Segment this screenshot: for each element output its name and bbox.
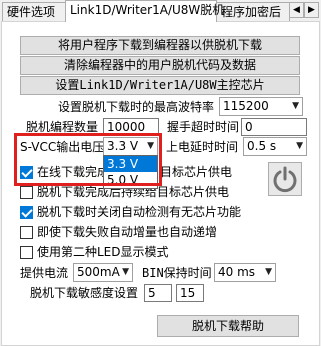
power-icon (273, 166, 297, 193)
power-delay-label: 上电延时时间 (166, 140, 239, 154)
download-user-program-button[interactable]: 将用户程序下载到编程器以供脱机下载 (20, 36, 300, 55)
chevron-left-icon: ◀ (293, 5, 300, 15)
baud-label: 设置脱机下载时的最高波特率 (58, 100, 215, 114)
chevron-down-icon: ▼ (265, 267, 272, 277)
tab-hardware-options[interactable]: 硬件选项 (2, 2, 66, 22)
handshake-timeout-label: 握手超时时间 (167, 120, 240, 134)
sensitivity-label: 脱机下载敏感度设置 (30, 286, 139, 300)
supply-current-label: 提供电流 (20, 266, 69, 280)
bin-hold-value: 40 ms (218, 265, 256, 279)
supply-current-select[interactable]: 500mA ▼ (73, 263, 133, 282)
svcc-dropdown-list: 3.3 V 5.0 V (103, 155, 158, 189)
online-power-checkbox[interactable] (20, 166, 33, 179)
chevron-down-icon: ▼ (296, 141, 303, 151)
supply-current-value: 500mA (77, 265, 120, 279)
tab-label: Link1D/Writer1A/U8W脱机 (70, 3, 225, 17)
disable-detect-checkbox[interactable] (20, 206, 33, 219)
offline-help-button[interactable]: 脱机下载帮助 (157, 315, 299, 337)
sensitivity-input-1[interactable]: 5 (144, 284, 172, 302)
tab-scroll-right-button[interactable]: ▶ (304, 2, 319, 18)
program-count-input[interactable]: 10000 (103, 118, 159, 136)
svcc-option[interactable]: 5.0 V (104, 172, 157, 188)
power-delay-select[interactable]: 0.5 s ▼ (243, 137, 307, 156)
svcc-select[interactable]: 3.3 V ▼ (103, 137, 158, 156)
chevron-down-icon: ▼ (292, 101, 299, 111)
svcc-value: 3.3 V (107, 139, 139, 153)
chevron-down-icon: ▼ (122, 267, 129, 277)
baud-value: 115200 (223, 99, 269, 113)
sensitivity-input-2[interactable]: 15 (176, 284, 204, 302)
led-mode-label: 使用第二种LED显示模式 (37, 245, 169, 259)
chevron-down-icon: ▼ (147, 141, 154, 151)
keep-power-checkbox[interactable] (20, 186, 33, 199)
power-button[interactable] (268, 162, 302, 196)
svcc-option[interactable]: 3.3 V (104, 156, 157, 172)
online-power-label: 在线下载完成 (37, 165, 110, 179)
baud-select[interactable]: 115200 ▼ (219, 97, 303, 116)
led-mode-checkbox[interactable] (20, 246, 33, 259)
tab-label: 程序加密后 (221, 5, 282, 19)
auto-increment-label: 即使下载失败自动增量也自动递增 (37, 225, 218, 239)
auto-increment-checkbox[interactable] (20, 226, 33, 239)
online-power-label-tail: 目标芯片供电 (160, 165, 233, 179)
tab-label: 硬件选项 (7, 5, 56, 19)
bin-hold-select[interactable]: 40 ms ▼ (214, 263, 276, 282)
tab-scroll-left-button[interactable]: ◀ (289, 2, 304, 18)
power-delay-value: 0.5 s (247, 139, 277, 153)
handshake-timeout-input[interactable]: 0 (241, 118, 307, 136)
tab-program-encryption[interactable]: 程序加密后 (216, 2, 290, 22)
clear-programmer-button[interactable]: 清除编程器中的用户脱机代码及数据 (20, 56, 300, 75)
chevron-right-icon: ▶ (308, 5, 315, 15)
tab-link1d-offline[interactable]: Link1D/Writer1A/U8W脱机 (65, 0, 224, 22)
disable-detect-label: 脱机下载时关闭自动检测有无芯片功能 (37, 205, 242, 219)
bin-hold-label: BIN保持时间 (142, 266, 212, 280)
svcc-label: S-VCC输出电压 (20, 140, 105, 154)
program-count-label: 脱机编程数量 (26, 120, 99, 134)
set-master-chip-button[interactable]: 设置Link1D/Writer1A/U8W主控芯片 (20, 76, 300, 95)
